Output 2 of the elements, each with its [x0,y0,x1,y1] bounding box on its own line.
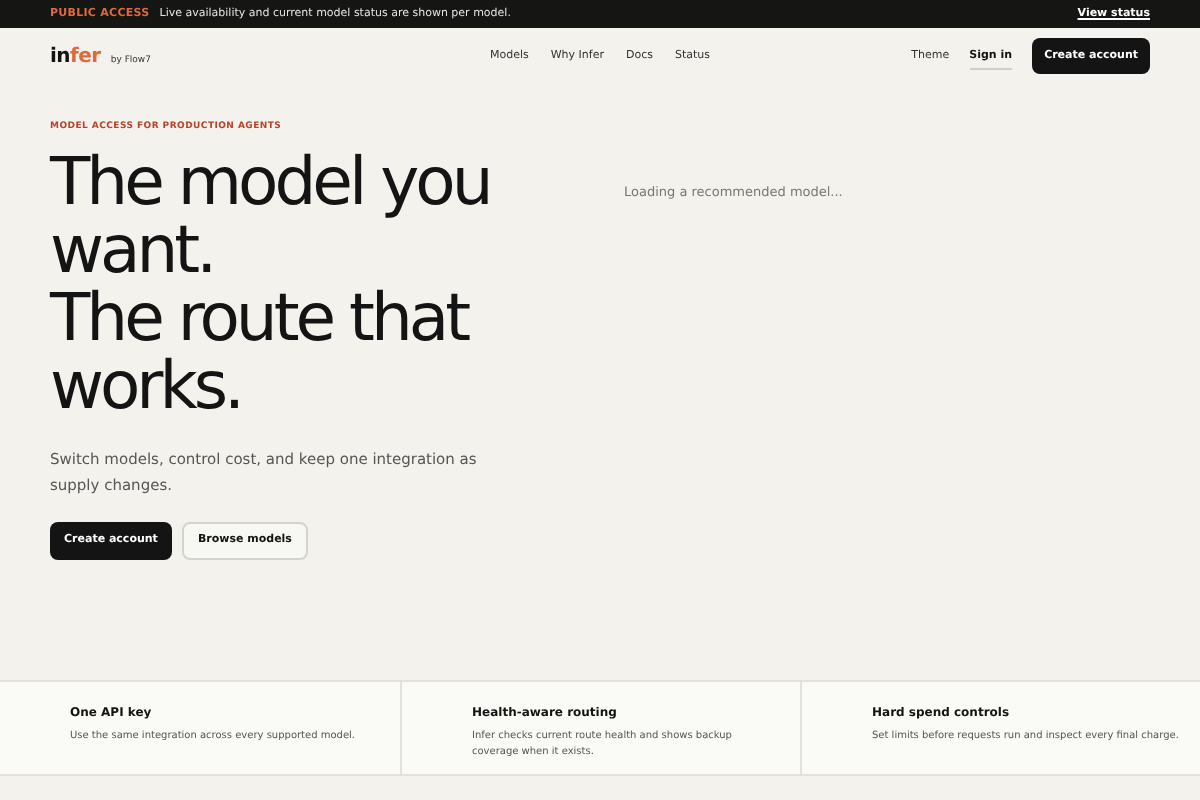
logo[interactable]: infer [50,41,101,71]
headline: The model you want. The route that works. [50,147,492,420]
